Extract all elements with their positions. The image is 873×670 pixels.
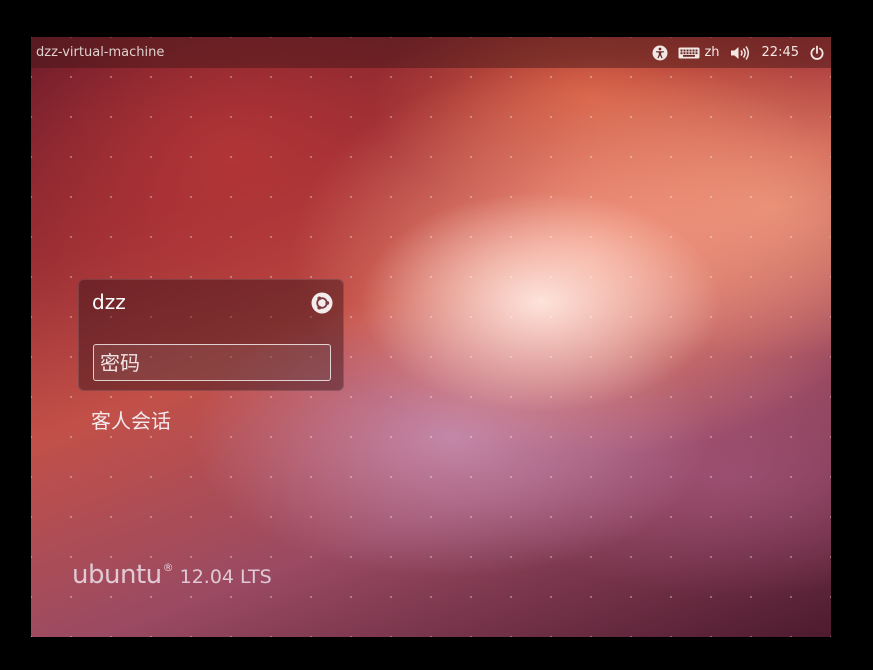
ubuntu-logo-text: ubuntu <box>72 560 162 590</box>
sound-indicator[interactable] <box>730 45 750 61</box>
power-indicator[interactable] <box>809 45 825 61</box>
ubuntu-branding: ubuntu ® 12.04 LTS <box>72 560 272 590</box>
username-label[interactable]: dzz <box>92 290 126 314</box>
guest-session-link[interactable]: 客人会话 <box>91 405 171 434</box>
hostname: dzz-virtual-machine <box>36 45 165 60</box>
password-input[interactable] <box>93 344 331 381</box>
keyboard-indicator[interactable]: zh <box>678 45 720 60</box>
ubuntu-session-icon[interactable] <box>311 292 333 314</box>
clock[interactable]: 22:45 <box>762 45 799 60</box>
accessibility-icon <box>652 45 668 60</box>
power-icon <box>810 45 824 60</box>
registered-mark: ® <box>162 561 174 574</box>
accessibility-indicator[interactable] <box>652 45 668 61</box>
keyboard-layout-label: zh <box>704 45 720 60</box>
user-login-box: dzz <box>78 279 344 391</box>
indicator-area: zh 22:45 <box>642 37 825 68</box>
volume-icon <box>730 45 749 60</box>
keyboard-icon <box>678 47 700 58</box>
version-label: 12.04 LTS <box>179 566 272 588</box>
top-panel: dzz-virtual-machine zh 22:45 <box>31 37 831 68</box>
login-screen: dzz-virtual-machine zh 22:45 dzz 客人会话 ub… <box>31 37 831 637</box>
